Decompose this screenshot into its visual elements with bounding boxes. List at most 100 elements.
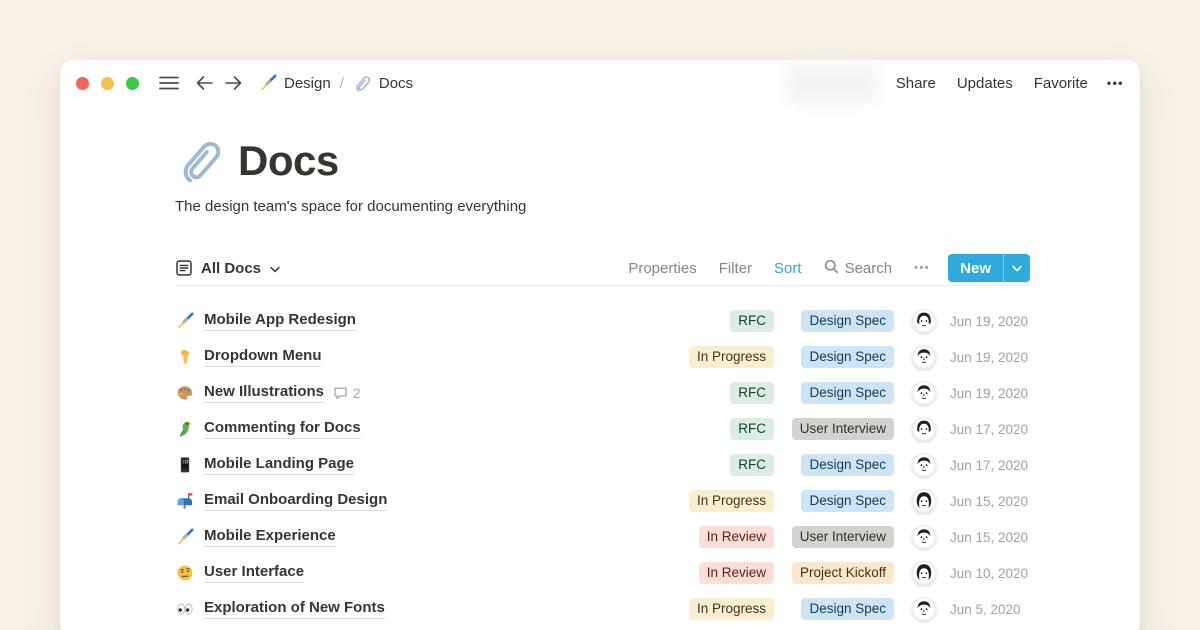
app-window: Design / Docs Share Updates Favorite ••• D…	[60, 60, 1140, 630]
doc-title-link[interactable]: Mobile App Redesign	[204, 311, 356, 331]
traffic-light-minimize[interactable]	[101, 77, 114, 90]
status-tag[interactable]: In Progress	[689, 490, 774, 512]
edited-date: Jun 17, 2020	[950, 422, 1030, 437]
topbar-action-favorite[interactable]: Favorite	[1034, 75, 1088, 92]
avatar-man	[912, 597, 936, 621]
menu-icon[interactable]	[159, 76, 179, 90]
doc-table: Mobile App Redesign RFC Design Spec Jun 19…	[175, 303, 1030, 627]
edited-date: Jun 17, 2020	[950, 458, 1030, 473]
topbar-actions: Share Updates Favorite	[896, 75, 1088, 92]
paintbrush-icon	[175, 527, 195, 547]
traffic-light-close[interactable]	[76, 77, 89, 90]
doc-title-link[interactable]: Dropdown Menu	[204, 347, 321, 367]
toolbar-properties-button[interactable]: Properties	[628, 260, 696, 277]
table-row[interactable]: Dropdown MenuIn ProgressDesign Spec Jun …	[175, 339, 1030, 375]
table-top-divider	[175, 285, 1030, 286]
doc-title-link[interactable]: New Illustrations	[204, 383, 324, 403]
search-button[interactable]: Search	[824, 259, 893, 278]
doc-type-tag[interactable]: Design Spec	[801, 454, 894, 476]
comment-count[interactable]: 2	[333, 386, 361, 401]
doc-type-tag[interactable]: Design Spec	[801, 310, 894, 332]
breadcrumb-parent[interactable]: Design	[259, 74, 331, 92]
table-row[interactable]: Email Onboarding Design In Progress Design…	[175, 483, 1030, 519]
view-label: All Docs	[201, 260, 261, 277]
blurred-presence-indicator	[784, 63, 880, 105]
forward-arrow-icon[interactable]	[224, 75, 243, 91]
edited-date: Jun 15, 2020	[950, 494, 1030, 509]
back-arrow-icon[interactable]	[195, 75, 214, 91]
topbar-action-updates[interactable]: Updates	[957, 75, 1013, 92]
doc-type-tag[interactable]: Design Spec	[801, 382, 894, 404]
list-view-icon	[175, 259, 193, 277]
table-row[interactable]: New Illustrations 2 RFC Design Spec Jun 19…	[175, 375, 1030, 411]
status-tag[interactable]: In Review	[699, 526, 774, 548]
table-row[interactable]: Mobile Landing Page RFC Design Spec Jun 17…	[175, 447, 1030, 483]
doc-title-link[interactable]: Mobile Landing Page	[204, 455, 354, 475]
status-tag[interactable]: In Review	[699, 562, 774, 584]
table-row[interactable]: Commenting for Docs RFC User Interview Jun…	[175, 411, 1030, 447]
doc-type-tag[interactable]: User Interview	[792, 418, 894, 440]
status-tag[interactable]: RFC	[730, 454, 774, 476]
table-row[interactable]: User Interface In Review Project Kickoff J…	[175, 555, 1030, 591]
paintbrush-icon	[175, 311, 195, 331]
table-row[interactable]: Exploration of New Fonts In Progress Desig…	[175, 591, 1030, 627]
page-header: Docs	[175, 136, 1030, 186]
avatar-woman-bob	[912, 561, 936, 585]
breadcrumb-current[interactable]: Docs	[353, 74, 413, 93]
paperclip-icon	[353, 74, 372, 93]
doc-title-link[interactable]: Commenting for Docs	[204, 419, 361, 439]
avatar-man	[912, 453, 936, 477]
avatar-woman-bob	[912, 489, 936, 513]
avatar-man	[912, 525, 936, 549]
page-paperclip-icon[interactable]	[175, 136, 225, 186]
traffic-light-zoom[interactable]	[126, 77, 139, 90]
breadcrumb: Design / Docs	[259, 74, 413, 93]
avatar-woman-side	[912, 309, 936, 333]
search-label: Search	[845, 260, 893, 277]
edited-date: Jun 15, 2020	[950, 530, 1030, 545]
new-button-label[interactable]: New	[948, 254, 1003, 282]
toolbar-more-icon[interactable]: •••	[914, 262, 930, 274]
edited-date: Jun 10, 2020	[950, 566, 1030, 581]
table-row[interactable]: Mobile App Redesign RFC Design Spec Jun 19…	[175, 303, 1030, 339]
doc-type-tag[interactable]: Project Kickoff	[792, 562, 894, 584]
edited-date: Jun 19, 2020	[950, 386, 1030, 401]
status-tag[interactable]: RFC	[730, 418, 774, 440]
window-topbar: Design / Docs Share Updates Favorite •••	[60, 60, 1140, 106]
status-tag[interactable]: RFC	[730, 310, 774, 332]
breadcrumb-separator: /	[340, 75, 344, 92]
search-icon	[824, 259, 839, 278]
doc-title-link[interactable]: Email Onboarding Design	[204, 491, 387, 511]
new-button[interactable]: New	[948, 254, 1030, 282]
page-title: Docs	[238, 137, 339, 185]
doc-title-link[interactable]: Mobile Experience	[204, 527, 336, 547]
status-tag[interactable]: In Progress	[689, 598, 774, 620]
breadcrumb-current-label: Docs	[379, 75, 413, 92]
toolbar-sort-button[interactable]: Sort	[774, 260, 802, 277]
new-button-chevron[interactable]	[1003, 254, 1030, 282]
doc-title-link[interactable]: User Interface	[204, 563, 304, 583]
database-toolbar: All Docs Properties Filter Sort Search •••…	[175, 253, 1030, 283]
more-options-icon[interactable]: •••	[1107, 76, 1124, 90]
status-tag[interactable]: RFC	[730, 382, 774, 404]
doc-type-tag[interactable]: User Interview	[792, 526, 894, 548]
breadcrumb-parent-label: Design	[284, 75, 331, 92]
doc-type-tag[interactable]: Design Spec	[801, 598, 894, 620]
page-description: The design team's space for documenting …	[175, 198, 1030, 215]
edited-date: Jun 19, 2020	[950, 314, 1030, 329]
avatar-man	[912, 381, 936, 405]
doc-title-link[interactable]: Exploration of New Fonts	[204, 599, 385, 619]
doc-type-tag[interactable]: Design Spec	[801, 346, 894, 368]
mobile-phone-icon	[175, 455, 195, 475]
parrot-icon	[175, 419, 195, 439]
paintbrush-icon	[259, 74, 277, 92]
topbar-action-share[interactable]: Share	[896, 75, 936, 92]
raised-eyebrow-face-icon	[175, 563, 195, 583]
comment-bubble-icon	[333, 386, 348, 401]
table-row[interactable]: Mobile Experience In Review User Interview…	[175, 519, 1030, 555]
view-switcher[interactable]: All Docs	[175, 259, 280, 277]
pointing-down-icon	[175, 347, 195, 367]
doc-type-tag[interactable]: Design Spec	[801, 490, 894, 512]
status-tag[interactable]: In Progress	[689, 346, 774, 368]
toolbar-filter-button[interactable]: Filter	[719, 260, 752, 277]
